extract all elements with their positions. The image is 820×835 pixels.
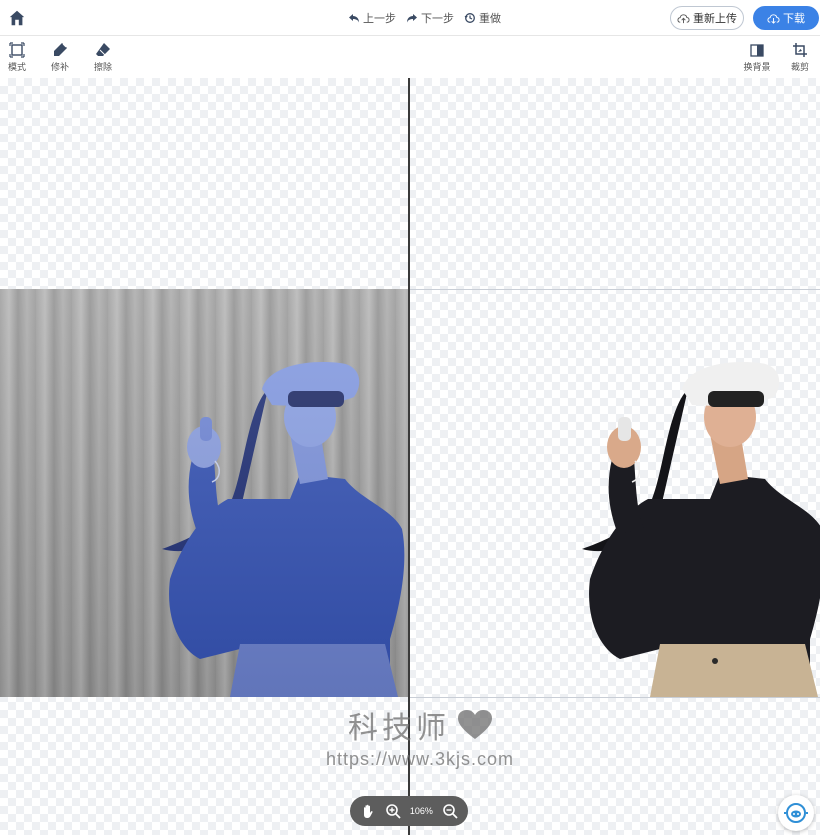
result-frame-top xyxy=(410,289,820,290)
watermark-text: 科技师 xyxy=(348,712,450,745)
crop-label: 裁剪 xyxy=(790,62,809,72)
undo-label: 上一步 xyxy=(363,13,396,25)
change-background-tool[interactable]: 换背景 xyxy=(740,42,774,73)
history-controls: 上一步 下一步 重做 xyxy=(348,10,501,26)
original-photo xyxy=(0,289,408,697)
zoom-level: 106% xyxy=(409,806,433,816)
mode-tool[interactable]: 模式 xyxy=(0,42,34,73)
redo-label: 下一步 xyxy=(421,13,454,25)
mode-label: 模式 xyxy=(7,62,26,72)
tool-bar: 模式 修补 擦除 换背景 裁剪 xyxy=(0,36,820,78)
assistant-button[interactable] xyxy=(778,795,814,831)
redo-button[interactable]: 下一步 xyxy=(406,10,454,26)
heart-icon xyxy=(458,710,492,739)
eraser-icon xyxy=(96,43,110,56)
cloud-upload-icon xyxy=(677,13,690,23)
cutout-subject xyxy=(582,362,820,697)
reset-icon xyxy=(464,13,475,23)
repair-label: 修补 xyxy=(50,62,69,72)
reupload-button[interactable]: 重新上传 xyxy=(670,6,744,30)
undo-icon xyxy=(349,14,359,23)
reset-button[interactable]: 重做 xyxy=(464,10,501,26)
reupload-label: 重新上传 xyxy=(693,13,737,25)
zoom-controls: 106% xyxy=(350,796,468,826)
download-label: 下载 xyxy=(783,13,805,25)
change-background-icon xyxy=(750,44,764,57)
home-icon[interactable] xyxy=(8,9,26,27)
zoom-out-icon[interactable] xyxy=(442,803,458,819)
reset-label: 重做 xyxy=(479,13,501,25)
watermark: 科技师 https://www.3kjs.com xyxy=(300,703,540,770)
repair-brush-icon xyxy=(54,43,67,56)
masked-subject xyxy=(162,362,405,697)
result-frame-bottom xyxy=(410,697,820,698)
redo-icon xyxy=(407,14,417,23)
zoom-in-icon[interactable] xyxy=(385,803,401,819)
assistant-icon xyxy=(784,803,808,823)
crop-icon xyxy=(793,43,807,57)
top-bar: 上一步 下一步 重做 重新上传 下载 xyxy=(0,0,820,36)
editor-canvas[interactable]: 科技师 https://www.3kjs.com 106% xyxy=(0,78,820,835)
undo-button[interactable]: 上一步 xyxy=(348,10,396,26)
erase-tool[interactable]: 擦除 xyxy=(86,42,120,73)
crop-tool[interactable]: 裁剪 xyxy=(783,42,817,73)
hand-pan-icon[interactable] xyxy=(360,803,376,819)
erase-label: 擦除 xyxy=(93,62,112,72)
change-background-label: 换背景 xyxy=(743,62,771,72)
watermark-title: 科技师 xyxy=(300,703,540,747)
download-button[interactable]: 下载 xyxy=(753,6,819,30)
repair-tool[interactable]: 修补 xyxy=(43,42,77,73)
watermark-url: https://www.3kjs.com xyxy=(325,749,515,769)
mode-icon xyxy=(9,42,25,58)
cloud-download-icon xyxy=(767,13,780,24)
